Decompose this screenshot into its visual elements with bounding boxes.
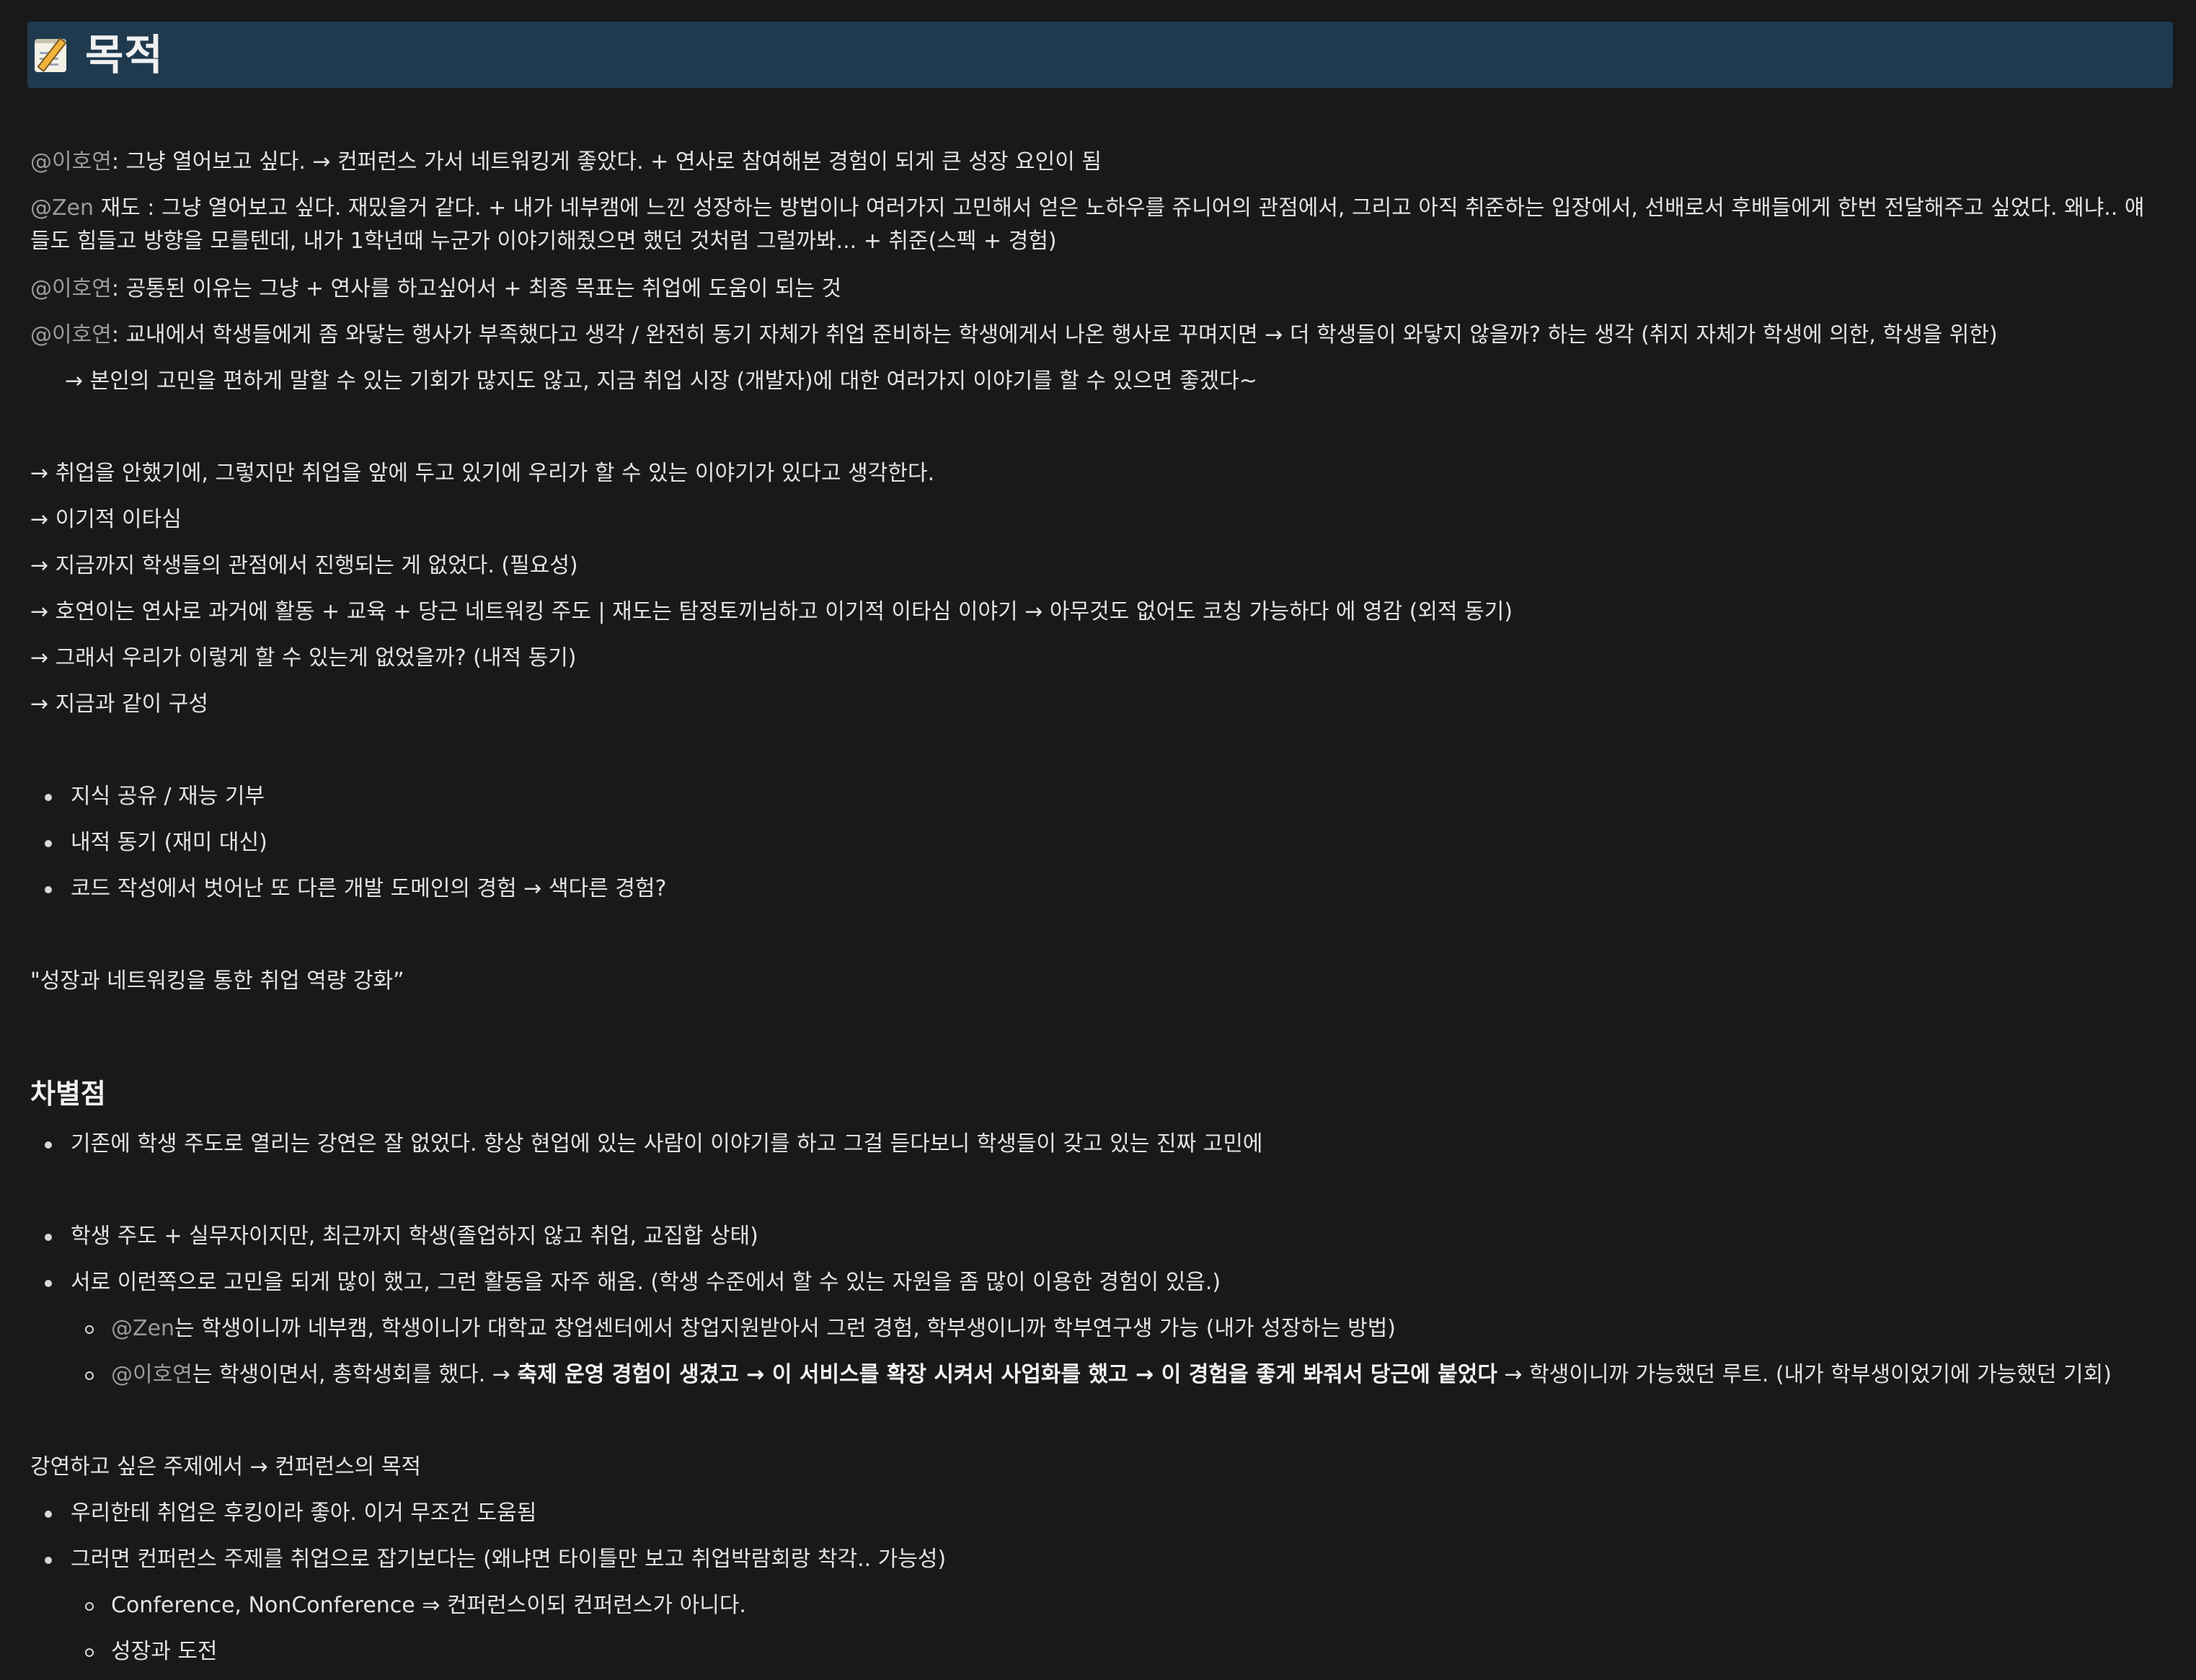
text-block[interactable]: → 지금까지 학생들의 관점에서 진행되는 게 없었다. (필요성): [30, 549, 578, 583]
list-item[interactable]: 코드 작성에서 벗어난 또 다른 개발 도메인의 경험 → 색다른 경험?: [30, 872, 666, 906]
text-block[interactable]: → 호연이는 연사로 과거에 활동 + 교육 + 당근 네트워킹 주도 | 재도…: [30, 596, 1513, 629]
text-block[interactable]: @Zen 재도 : 그냥 열어보고 싶다. 재밌을거 같다. + 내가 네부캠에…: [30, 192, 2157, 258]
block-text: : 공통된 이유는 그냥 + 연사를 하고싶어서 + 최종 목표는 취업에 도움…: [111, 276, 842, 301]
nested-list-item[interactable]: 성장과 도전: [71, 1635, 218, 1668]
quote-text[interactable]: "성장과 네트워킹을 통한 취업 역량 강화”: [30, 965, 404, 998]
list-item[interactable]: 서로 이런쪽으로 고민을 되게 많이 했고, 그런 활동을 자주 해옴. (학생…: [30, 1266, 1221, 1299]
block-text: : 교내에서 학생들에게 좀 와닿는 행사가 부족했다고 생각 / 완전히 동기…: [111, 322, 1998, 348]
user-mention[interactable]: @이호연: [30, 149, 112, 174]
memo-icon: [32, 35, 72, 75]
notion-page: 목적 @이호연: 그냥 열어보고 싶다. → 컨퍼런스 가서 네트워킹게 좋았다…: [0, 0, 2196, 1680]
text-block[interactable]: @이호연: 공통된 이유는 그냥 + 연사를 하고싶어서 + 최종 목표는 취업…: [30, 273, 841, 306]
text-block[interactable]: @이호연: 교내에서 학생들에게 좀 와닿는 행사가 부족했다고 생각 / 완전…: [30, 319, 1998, 352]
list-item[interactable]: 기존에 학생 주도로 열리는 강연은 잘 없었다. 항상 현업에 있는 사람이 …: [30, 1128, 1263, 1161]
user-mention[interactable]: @Zen: [111, 1316, 174, 1341]
block-text: 는 학생이면서, 총학생회를 했다. →: [192, 1362, 518, 1387]
text-block[interactable]: → 이기적 이타심: [30, 503, 182, 536]
callout-heading: 목적: [27, 22, 2173, 88]
user-mention[interactable]: @이호연: [30, 276, 112, 301]
bold-text: 축제 운영 경험이 생겼고 → 이 서비스를 확장 시켜서 사업화를 했고 → …: [517, 1362, 1497, 1387]
list-item[interactable]: 그러면 컨퍼런스 주제를 취업으로 잡기보다는 (왜냐면 타이틀만 보고 취업박…: [30, 1543, 946, 1576]
text-block[interactable]: → 취업을 안했기에, 그렇지만 취업을 앞에 두고 있기에 우리가 할 수 있…: [30, 457, 934, 490]
nested-list-item[interactable]: @이호연는 학생이면서, 총학생회를 했다. → 축제 운영 경험이 생겼고 →…: [71, 1358, 2112, 1392]
section-heading[interactable]: 차별점: [30, 1077, 106, 1110]
nested-list-item[interactable]: Conference, NonConference ⇒ 컨퍼런스이되 컨퍼런스가…: [71, 1589, 746, 1622]
block-text: 재도 : 그냥 열어보고 싶다. 재밌을거 같다. + 내가 네부캠에 느낀 성…: [30, 195, 2145, 254]
text-block[interactable]: → 지금과 같이 구성: [30, 688, 208, 721]
list-item[interactable]: 지식 공유 / 재능 기부: [30, 780, 265, 813]
list-item[interactable]: 우리한테 취업은 후킹이라 좋아. 이거 무조건 도움됨: [30, 1497, 536, 1530]
block-text: 는 학생이니까 네부캠, 학생이니가 대학교 창업센터에서 창업지원받아서 그런…: [174, 1316, 1396, 1341]
list-item[interactable]: 내적 동기 (재미 대신): [30, 826, 267, 859]
user-mention[interactable]: @Zen: [30, 195, 94, 221]
user-mention[interactable]: @이호연: [30, 322, 112, 348]
text-block[interactable]: 강연하고 싶은 주제에서 → 컨퍼런스의 목적: [30, 1451, 421, 1484]
block-text: → 학생이니까 가능했던 루트. (내가 학부생이었기에 가능했던 기회): [1497, 1362, 2112, 1387]
text-block[interactable]: @이호연: 그냥 열어보고 싶다. → 컨퍼런스 가서 네트워킹게 좋았다. +…: [30, 146, 1102, 179]
list-item[interactable]: 학생 주도 + 실무자이지만, 최근까지 학생(졸업하지 않고 취업, 교집합 …: [30, 1220, 758, 1253]
block-text: : 그냥 열어보고 싶다. → 컨퍼런스 가서 네트워킹게 좋았다. + 연사로…: [111, 149, 1102, 174]
nested-list-item[interactable]: @Zen는 학생이니까 네부캠, 학생이니가 대학교 창업센터에서 창업지원받아…: [71, 1312, 1396, 1345]
text-block[interactable]: → 그래서 우리가 이렇게 할 수 있는게 없었을까? (내적 동기): [30, 642, 577, 675]
page-title: 목적: [85, 30, 164, 79]
indented-text-block[interactable]: → 본인의 고민을 편하게 말할 수 있는 기회가 많지도 않고, 지금 취업 …: [65, 365, 1257, 398]
user-mention[interactable]: @이호연: [111, 1362, 192, 1387]
